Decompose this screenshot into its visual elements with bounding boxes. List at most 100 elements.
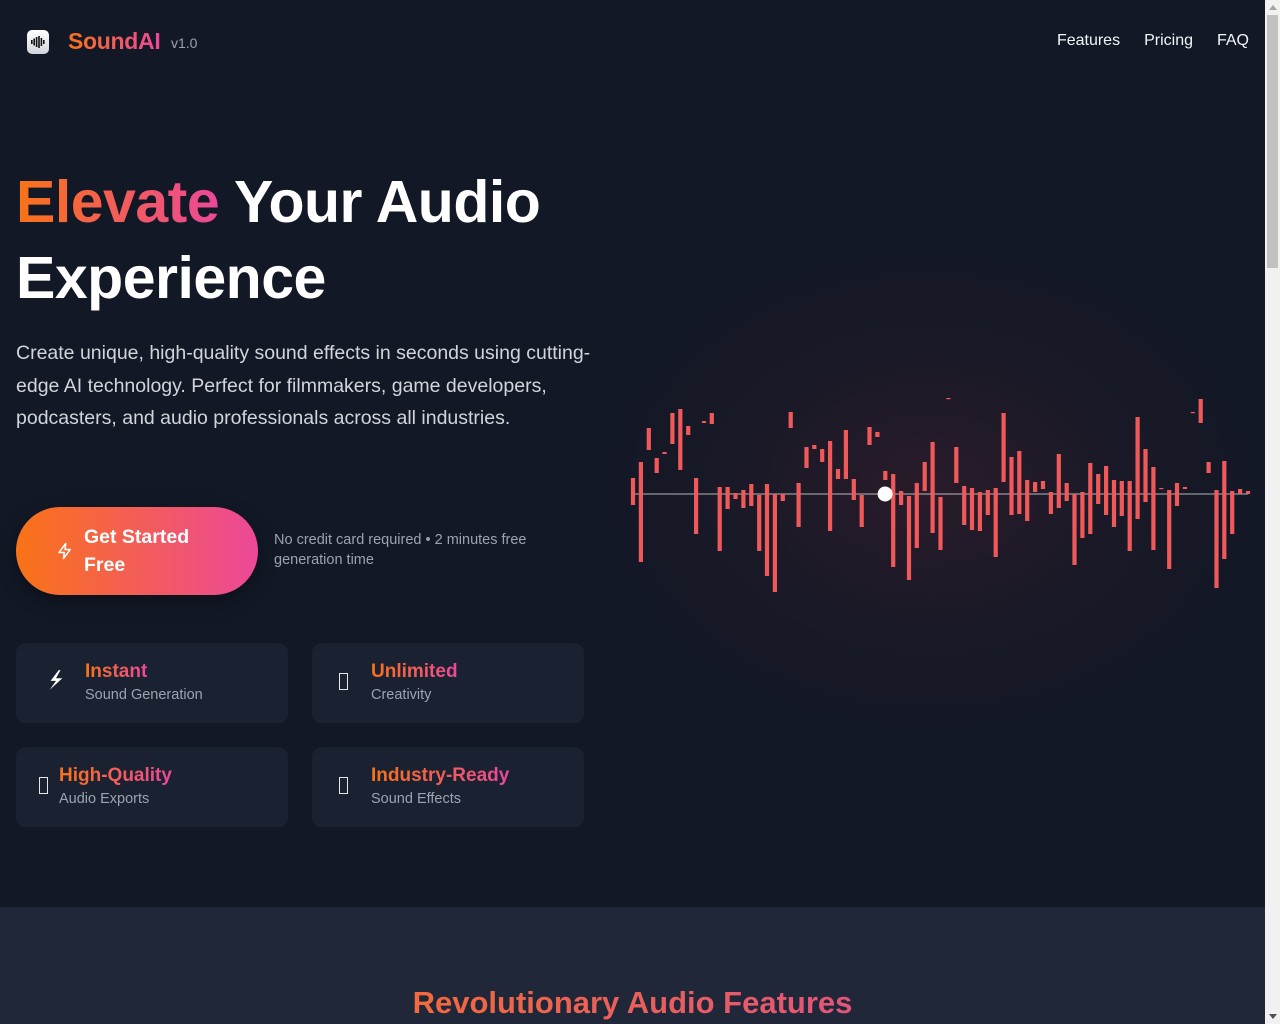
waveform-bar	[694, 478, 699, 534]
waveform-bar	[1080, 492, 1085, 538]
highlight-card-high-quality: High-Quality Audio Exports	[16, 747, 288, 827]
waveform-bar	[977, 492, 982, 531]
highlight-card-industry-ready: Industry-Ready Sound Effects	[312, 747, 584, 827]
landing-page: SoundAI v1.0 Features Pricing FAQ Elevat…	[0, 0, 1265, 1024]
nav-faq[interactable]: FAQ	[1217, 32, 1249, 50]
waveform-bar	[804, 447, 809, 468]
waveform-bar	[1143, 449, 1148, 502]
waveform-bar	[875, 432, 880, 437]
waveform-bar	[1025, 480, 1030, 521]
waveform-bar	[788, 412, 793, 428]
waveform-bar	[835, 469, 841, 479]
waveform-bar	[969, 488, 975, 530]
waveform-bar	[1167, 490, 1172, 569]
waveform-bar	[899, 491, 904, 505]
waveform-bar	[1001, 413, 1006, 482]
missing-glyph-icon	[328, 670, 358, 696]
waveform-bar	[709, 413, 714, 424]
hero-subtitle: Create unique, high-quality sound effect…	[16, 342, 591, 429]
highlight-title: Instant	[85, 661, 148, 682]
site-header: SoundAI v1.0 Features Pricing FAQ	[0, 0, 1265, 84]
version-label: v1.0	[171, 35, 198, 51]
waveform-bar	[883, 471, 888, 480]
highlight-title: Unlimited	[371, 661, 458, 682]
nav-features[interactable]: Features	[1057, 32, 1120, 50]
waveform-bar	[1127, 481, 1132, 551]
scroll-thumb[interactable]	[1267, 15, 1278, 268]
nav-pricing[interactable]: Pricing	[1144, 32, 1193, 50]
waveform-bar	[630, 478, 636, 505]
get-started-label: Get Started Free	[84, 526, 190, 576]
scroll-down-arrow-icon[interactable]	[1265, 1009, 1280, 1024]
waveform	[630, 398, 1251, 592]
waveform-bar	[772, 494, 777, 592]
waveform-bar	[962, 486, 967, 525]
hero-title-accent: Elevate	[16, 169, 220, 235]
waveform-bar	[717, 487, 722, 551]
waveform-bar	[1119, 481, 1124, 516]
waveform-bar	[930, 442, 935, 533]
waveform-bar	[1135, 417, 1140, 519]
waveform-bar	[780, 494, 785, 501]
features-section: Revolutionary Audio Features	[0, 907, 1265, 1024]
waveform-bar	[812, 445, 817, 449]
waveform-bar	[1064, 483, 1069, 501]
highlight-card-unlimited: Unlimited Creativity	[312, 643, 584, 723]
scroll-up-arrow-icon[interactable]	[1265, 0, 1280, 15]
highlight-subtitle: Audio Exports	[59, 791, 150, 807]
waveform-bar	[891, 474, 896, 567]
lightning-icon	[58, 542, 71, 560]
features-title-text: Revolutionary Audio Features	[412, 985, 853, 1020]
waveform-bar	[757, 495, 762, 551]
waveform-bar	[1056, 454, 1061, 508]
waveform-icon	[31, 36, 45, 48]
waveform-bar	[1072, 494, 1077, 565]
waveform-bar	[764, 484, 770, 576]
waveform-bar	[1096, 474, 1101, 504]
missing-glyph-icon	[38, 774, 48, 800]
waveform-bar	[638, 462, 643, 562]
waveform-bar	[1104, 466, 1109, 515]
waveform-bar	[1174, 483, 1180, 506]
get-started-button[interactable]: Get Started Free	[16, 507, 258, 595]
waveform-bar	[670, 413, 675, 444]
waveform-bar	[1017, 451, 1022, 514]
waveform-bar	[985, 490, 990, 515]
waveform-bar	[1048, 492, 1053, 514]
waveform-bar	[1182, 487, 1187, 489]
logo[interactable]	[27, 30, 49, 54]
waveform-bar	[1245, 491, 1251, 494]
waveform-bar	[914, 483, 919, 548]
waveform-bar	[1238, 489, 1243, 494]
brand-name[interactable]: SoundAI	[68, 28, 161, 55]
waveform-bar	[1159, 488, 1164, 490]
waveform-bar	[1040, 481, 1046, 489]
waveform-bar	[1111, 480, 1117, 527]
hero-title: Elevate Your Audio Experience	[16, 164, 616, 316]
highlight-subtitle: Sound Generation	[85, 687, 203, 703]
waveform-bar	[922, 462, 927, 491]
waveform-bar	[954, 447, 959, 483]
highlight-subtitle: Creativity	[371, 687, 432, 703]
waveform-bar	[843, 430, 848, 479]
waveform-bar	[741, 490, 746, 508]
waveform-bar	[1214, 490, 1219, 588]
waveform-bar	[1009, 457, 1014, 515]
waveform-bar	[859, 495, 864, 527]
lightning-icon	[44, 668, 68, 698]
waveform-bar	[1088, 463, 1093, 534]
waveform-bar	[796, 483, 801, 527]
waveform-bar	[820, 449, 825, 462]
waveform-bar	[1190, 412, 1195, 414]
waveform-bar	[701, 421, 707, 423]
waveform-bar	[678, 409, 683, 470]
scrollbar[interactable]	[1265, 0, 1280, 1024]
highlight-subtitle: Sound Effects	[371, 791, 462, 807]
waveform-bar	[749, 484, 754, 506]
audio-visualizer	[600, 250, 1260, 730]
playhead-handle[interactable]	[877, 486, 893, 502]
waveform-bar	[686, 426, 691, 435]
highlight-title: High-Quality	[59, 765, 172, 786]
waveform-bar	[733, 493, 738, 499]
waveform-bar	[993, 488, 998, 557]
